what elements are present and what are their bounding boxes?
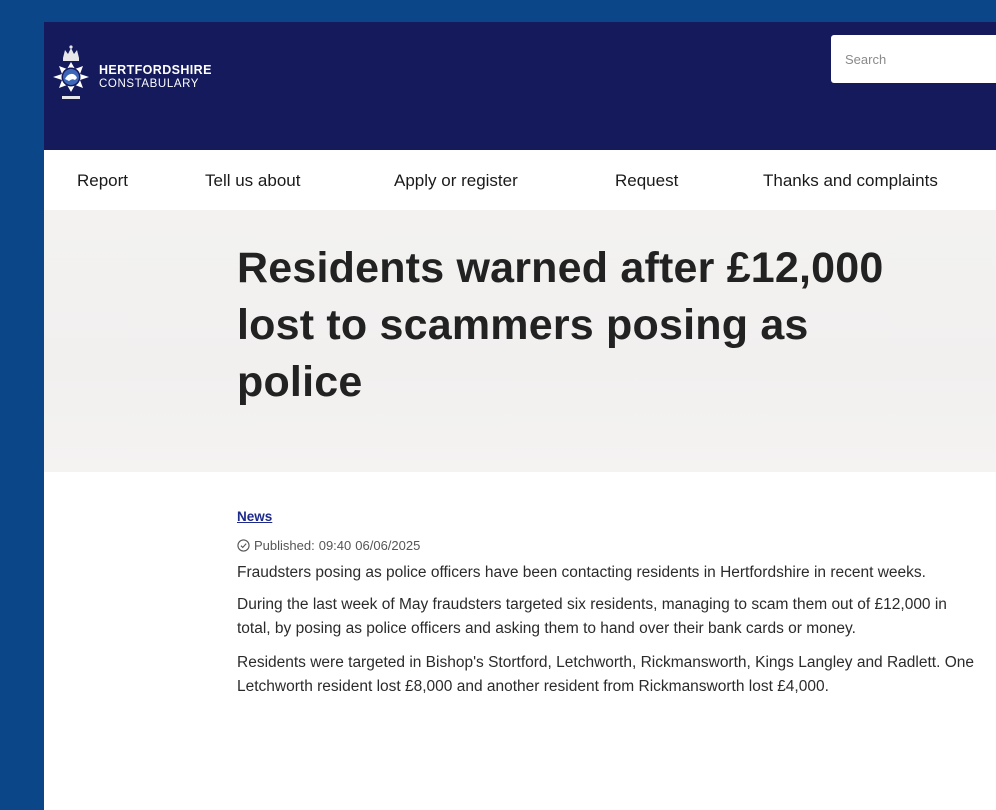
published-info: Published: 09:40 06/06/2025 bbox=[237, 538, 977, 553]
article-body: Fraudsters posing as police officers hav… bbox=[237, 561, 977, 699]
web-page: HERTFORDSHIRE CONSTABULARY Report Tell u… bbox=[44, 22, 996, 810]
nav-item-apply-or-register[interactable]: Apply or register bbox=[394, 171, 518, 191]
page-title: Residents warned after £12,000 lost to s… bbox=[237, 244, 884, 406]
article-hero: Residents warned after £12,000 lost to s… bbox=[44, 210, 996, 472]
nav-item-request[interactable]: Request bbox=[615, 171, 678, 191]
nav-item-tell-us-about[interactable]: Tell us about bbox=[205, 171, 300, 191]
police-crest-icon bbox=[53, 45, 89, 99]
logo-wordmark: HERTFORDSHIRE CONSTABULARY bbox=[99, 63, 212, 90]
article-paragraph: Fraudsters posing as police officers hav… bbox=[237, 564, 926, 581]
article-paragraph: Residents were targeted in Bishop's Stor… bbox=[237, 654, 975, 695]
nav-item-thanks-and-complaints[interactable]: Thanks and complaints bbox=[763, 171, 938, 191]
published-date: 06/06/2025 bbox=[355, 538, 421, 553]
category-link-news[interactable]: News bbox=[237, 509, 272, 524]
logo-line2: CONSTABULARY bbox=[99, 77, 200, 90]
published-label: Published: bbox=[254, 538, 315, 553]
nav-item-report[interactable]: Report bbox=[77, 171, 128, 191]
logo-line1: HERTFORDSHIRE bbox=[99, 63, 212, 78]
check-circle-icon bbox=[237, 539, 250, 552]
browser-frame: HERTFORDSHIRE CONSTABULARY Report Tell u… bbox=[0, 0, 996, 810]
site-header: HERTFORDSHIRE CONSTABULARY bbox=[44, 22, 996, 150]
published-time: 09:40 bbox=[318, 538, 352, 553]
main-navigation: Report Tell us about Apply or register R… bbox=[44, 150, 996, 210]
site-logo[interactable]: HERTFORDSHIRE CONSTABULARY bbox=[49, 44, 212, 110]
article-content: News Published: 09:40 06/06/2025 Fraudst… bbox=[237, 508, 977, 699]
search-input[interactable] bbox=[831, 35, 996, 83]
article-paragraph: During the last week of May fraudsters t… bbox=[237, 596, 947, 637]
